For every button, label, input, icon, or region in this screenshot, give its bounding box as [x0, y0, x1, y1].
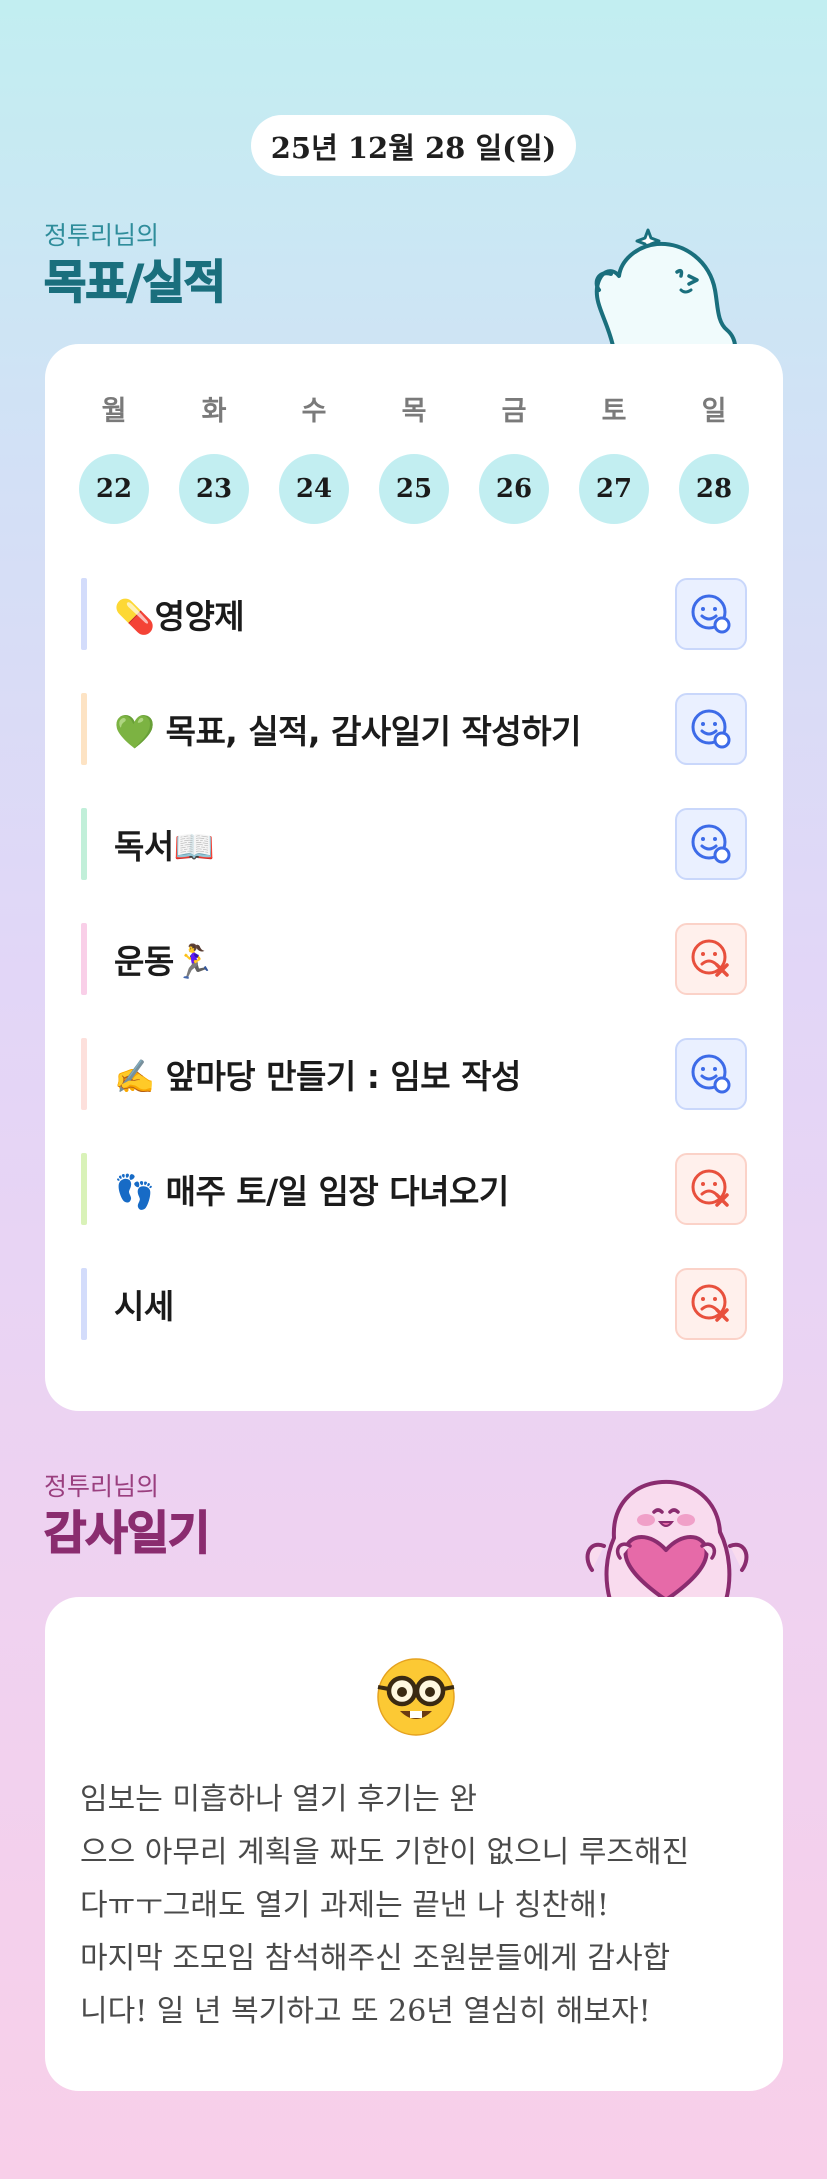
week-day-thu[interactable]: 목 25: [379, 394, 449, 524]
diary-card: 임보는 미흡하나 열기 후기는 완 으으 아무리 계획을 짜도 기한이 없으니 …: [45, 1597, 783, 2091]
diary-line: 마지막 조모임 참석해주신 조원분들에게 감사합: [80, 1941, 671, 1976]
goal-item[interactable]: 독서📖: [81, 808, 747, 880]
week-day-sun[interactable]: 일 28: [679, 394, 749, 524]
day-number[interactable]: 23: [179, 454, 249, 524]
goal-color-bar: [81, 1038, 87, 1110]
week-day-fri[interactable]: 금 26: [479, 394, 549, 524]
goal-color-bar: [81, 808, 87, 880]
day-number[interactable]: 22: [79, 454, 149, 524]
goal-label: 시세: [114, 1287, 174, 1326]
day-name: 토: [601, 396, 627, 427]
frown-x-icon[interactable]: [675, 1153, 747, 1225]
smile-check-icon[interactable]: [675, 808, 747, 880]
diary-line: 임보는 미흡하나 열기 후기는 완: [80, 1782, 477, 1817]
goal-label: 💚 목표, 실적, 감사일기 작성하기: [114, 712, 581, 751]
week-day-sat[interactable]: 토 27: [579, 394, 649, 524]
goal-color-bar: [81, 923, 87, 995]
day-number[interactable]: 25: [379, 454, 449, 524]
week-day-wed[interactable]: 수 24: [279, 394, 349, 524]
day-number[interactable]: 28: [679, 454, 749, 524]
frown-x-icon[interactable]: [675, 923, 747, 995]
goal-item[interactable]: 운동🏃‍♀️: [81, 923, 747, 995]
day-name: 일: [701, 396, 727, 427]
day-name: 수: [301, 396, 327, 427]
goal-color-bar: [81, 693, 87, 765]
smile-check-icon[interactable]: [675, 1038, 747, 1110]
goal-label: 💊영양제: [114, 597, 245, 636]
day-number[interactable]: 26: [479, 454, 549, 524]
day-name: 금: [501, 396, 527, 427]
day-name: 목: [401, 396, 427, 427]
heart-mascot-icon: [585, 1479, 749, 1600]
goal-color-bar: [81, 1268, 87, 1340]
goal-item[interactable]: 시세: [81, 1268, 747, 1340]
date-pill[interactable]: 25년 12월 28 일(일): [251, 115, 576, 176]
goals-section-title: 목표/실적: [43, 254, 227, 310]
diary-line: 니다! 일 년 복기하고 또 26년 열심히 해보자!: [80, 1994, 651, 2029]
goal-item[interactable]: ✍️ 앞마당 만들기 : 임보 작성: [81, 1038, 747, 1110]
goal-item[interactable]: 👣 매주 토/일 임장 다녀오기: [81, 1153, 747, 1225]
week-day-mon[interactable]: 월 22: [79, 394, 149, 524]
goals-card: 월 22 화 23 수 24 목 25 금 26 토 27 일 28 💊영양제 💚…: [45, 344, 783, 1411]
goal-label: 👣 매주 토/일 임장 다녀오기: [114, 1172, 509, 1211]
diary-line: 다ㅠㅜ그래도 열기 과제는 끝낸 나 칭찬해!: [80, 1888, 609, 1923]
day-name: 화: [201, 396, 227, 427]
diary-line: 으으 아무리 계획을 짜도 기한이 없으니 루즈해진: [80, 1835, 690, 1870]
nerd-face-emoji-icon: [377, 1658, 455, 1736]
week-row: 월 22 화 23 수 24 목 25 금 26 토 27 일 28: [79, 394, 749, 524]
goal-label: 운동🏃‍♀️: [114, 942, 215, 981]
frown-x-icon[interactable]: [675, 1268, 747, 1340]
goal-label: ✍️ 앞마당 만들기 : 임보 작성: [114, 1057, 521, 1096]
day-name: 월: [101, 396, 127, 427]
week-day-tue[interactable]: 화 23: [179, 394, 249, 524]
goal-item[interactable]: 💚 목표, 실적, 감사일기 작성하기: [81, 693, 747, 765]
diary-section-title: 감사일기: [43, 1505, 211, 1561]
smile-check-icon[interactable]: [675, 693, 747, 765]
goal-label: 독서📖: [114, 827, 215, 866]
ghost-mascot-icon: [594, 228, 737, 346]
day-number[interactable]: 24: [279, 454, 349, 524]
goal-item[interactable]: 💊영양제: [81, 578, 747, 650]
day-number[interactable]: 27: [579, 454, 649, 524]
diary-text: 임보는 미흡하나 열기 후기는 완 으으 아무리 계획을 짜도 기한이 없으니 …: [80, 1773, 760, 2038]
smile-check-icon[interactable]: [675, 578, 747, 650]
goal-color-bar: [81, 1153, 87, 1225]
goal-color-bar: [81, 578, 87, 650]
